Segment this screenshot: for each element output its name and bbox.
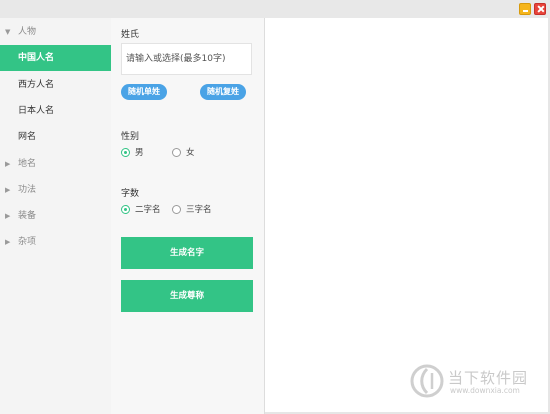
close-icon[interactable] — [534, 3, 546, 15]
sidebar-category-label: 人物 — [18, 27, 37, 37]
caret-right-icon: ▶ — [5, 238, 11, 246]
sidebar-category-equipment[interactable]: ▶ 装备 — [0, 203, 111, 229]
downxia-logo-icon — [410, 364, 444, 398]
sidebar-item-label: 西方人名 — [18, 80, 55, 90]
sidebar-item-label: 网名 — [18, 132, 37, 142]
radio-checked-icon — [121, 205, 130, 214]
sidebar-category-people[interactable]: ▼ 人物 — [0, 19, 111, 45]
generate-name-button[interactable]: 生成名字 — [121, 237, 253, 269]
generate-title-button[interactable]: 生成尊称 — [121, 280, 253, 312]
sidebar-item-western-names[interactable]: 西方人名 — [0, 72, 111, 98]
sidebar-category-techniques[interactable]: ▶ 功法 — [0, 177, 111, 203]
name-options-panel: 姓氏 随机单姓 随机复姓 性别 男 女 字数 二字名 三字名 生成名字 生成尊称 — [111, 18, 265, 414]
minimize-icon[interactable] — [519, 3, 531, 15]
random-double-surname-button[interactable]: 随机复姓 — [200, 84, 246, 100]
surname-label: 姓氏 — [121, 30, 140, 40]
sidebar-category-places[interactable]: ▶ 地名 — [0, 151, 111, 177]
watermark-name: 当下软件园 — [448, 369, 529, 387]
title-bar — [0, 0, 550, 18]
radio-unchecked-icon — [172, 148, 181, 157]
sidebar-item-chinese-names[interactable]: 中国人名 — [0, 45, 111, 71]
sidebar-category-label: 装备 — [18, 211, 37, 221]
caret-right-icon: ▶ — [5, 160, 11, 168]
sidebar-category-label: 地名 — [18, 159, 37, 169]
sidebar-category-misc[interactable]: ▶ 杂项 — [0, 229, 111, 255]
caret-down-icon: ▼ — [5, 28, 11, 36]
gender-label: 性别 — [121, 132, 140, 142]
sidebar-item-nicknames[interactable]: 网名 — [0, 124, 111, 150]
radio-unchecked-icon — [172, 205, 181, 214]
caret-right-icon: ▶ — [5, 212, 11, 220]
sidebar-category-label: 杂项 — [18, 237, 37, 247]
character-count-label: 字数 — [121, 189, 140, 199]
sidebar-category-label: 功法 — [18, 185, 37, 195]
radio-checked-icon — [121, 148, 130, 157]
sidebar-item-japanese-names[interactable]: 日本人名 — [0, 98, 111, 124]
watermark-url: www.downxia.com — [450, 386, 520, 395]
sidebar: ▼ 人物 中国人名 西方人名 日本人名 网名 ▶ 地名 ▶ 功法 ▶ 装备 ▶ … — [0, 18, 112, 414]
sidebar-item-label: 中国人名 — [18, 53, 55, 63]
random-single-surname-button[interactable]: 随机单姓 — [121, 84, 167, 100]
radio-label: 二字名 — [135, 205, 161, 215]
watermark: 当下软件园 www.downxia.com — [410, 364, 545, 404]
caret-right-icon: ▶ — [5, 186, 11, 194]
radio-label: 女 — [186, 148, 195, 158]
radio-label: 三字名 — [186, 205, 212, 215]
result-panel — [265, 18, 548, 412]
surname-input[interactable] — [121, 43, 252, 75]
radio-label: 男 — [135, 148, 144, 158]
sidebar-item-label: 日本人名 — [18, 106, 55, 116]
